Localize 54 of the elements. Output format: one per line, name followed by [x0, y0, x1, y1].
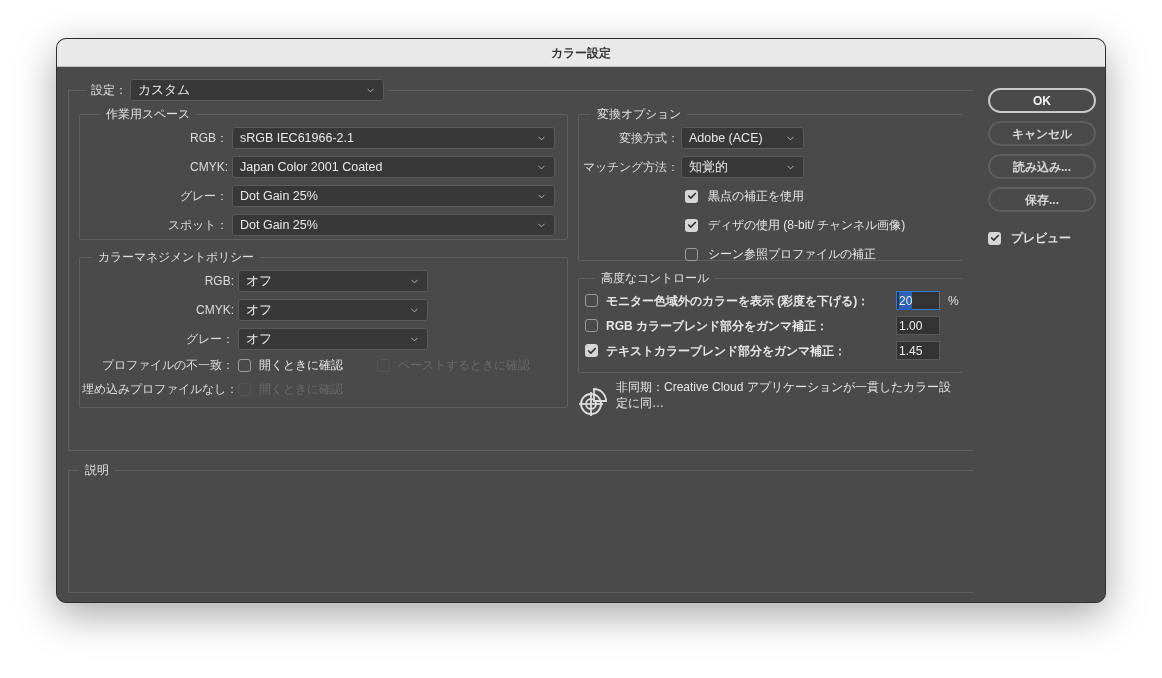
unit-label: %: [948, 292, 959, 310]
color-sync-icon: [578, 387, 608, 417]
field-label: CMYK:: [190, 159, 228, 176]
checkbox-label: 開くときに確認: [259, 357, 343, 374]
group-title: 高度なコントロール: [600, 270, 710, 287]
field-label: RGB:: [203, 273, 234, 290]
dropdown[interactable]: カスタム: [130, 79, 384, 101]
field-label: 埋め込みプロファイルなし：: [82, 381, 234, 398]
dropdown[interactable]: オフ: [238, 270, 428, 292]
settings-label: 設定：: [91, 82, 127, 99]
field-label: グレー：: [180, 188, 228, 205]
checkbox[interactable]: [585, 319, 598, 332]
field-label: プロファイルの不一致：: [101, 357, 234, 374]
number-field[interactable]: 20: [896, 291, 940, 310]
dropdown[interactable]: sRGB IEC61966-2.1: [232, 127, 555, 149]
dropdown[interactable]: オフ: [238, 299, 428, 321]
checkbox[interactable]: [238, 358, 251, 372]
checkbox[interactable]: [585, 294, 598, 307]
checkbox[interactable]: [685, 247, 698, 261]
dialog-button[interactable]: OK: [988, 88, 1096, 113]
checkbox-label: ディザの使用 (8-bit/ チャンネル画像): [708, 217, 906, 234]
group-title: 変換オプション: [596, 106, 682, 123]
group-title: 説明: [84, 462, 110, 479]
field-label: 変換方式：: [618, 130, 679, 147]
checkbox-label: RGB カラーブレンド部分をガンマ補正：: [606, 317, 829, 335]
field-label: グレー：: [185, 331, 234, 348]
checked-checkbox[interactable]: [685, 189, 698, 203]
field-label: マッチング方法：: [582, 159, 679, 176]
dialog-button[interactable]: キャンセル: [988, 121, 1096, 146]
number-field[interactable]: 1.00: [896, 316, 940, 335]
dropdown[interactable]: Japan Color 2001 Coated: [232, 156, 555, 178]
dropdown[interactable]: 知覚的: [681, 156, 804, 178]
dropdown[interactable]: オフ: [238, 328, 428, 350]
checkbox-label: テキストカラーブレンド部分をガンマ補正：: [606, 342, 847, 360]
checked-checkbox[interactable]: [685, 218, 698, 232]
number-field[interactable]: 1.45: [896, 341, 940, 360]
dropdown[interactable]: Dot Gain 25%: [232, 185, 555, 207]
checkbox-label: 黒点の補正を使用: [708, 188, 804, 205]
group-title: カラーマネジメントポリシー: [97, 249, 255, 266]
checkbox-label: シーン参照プロファイルの補正: [708, 246, 876, 263]
field-label: CMYK:: [195, 302, 234, 319]
checked-checkbox[interactable]: [585, 344, 598, 357]
checkbox-label: プレビュー: [1011, 230, 1071, 247]
checkbox-label: モニター色域外のカラーを表示 (彩度を下げる)：: [606, 292, 871, 310]
sync-status-text: 非同期：Creative Cloud アプリケーションが一貫したカラー設定に同…: [616, 379, 952, 412]
checked-checkbox[interactable]: [988, 231, 1001, 245]
field-label: スポット：: [168, 217, 228, 234]
field-label: RGB：: [190, 130, 228, 147]
dialog-button[interactable]: 保存...: [988, 187, 1096, 212]
dropdown[interactable]: Dot Gain 25%: [232, 214, 555, 236]
dropdown[interactable]: Adobe (ACE): [681, 127, 804, 149]
dialog-button[interactable]: 読み込み...: [988, 154, 1096, 179]
window-title: カラー設定: [551, 44, 611, 62]
group-title: 作業用スペース: [105, 106, 191, 123]
